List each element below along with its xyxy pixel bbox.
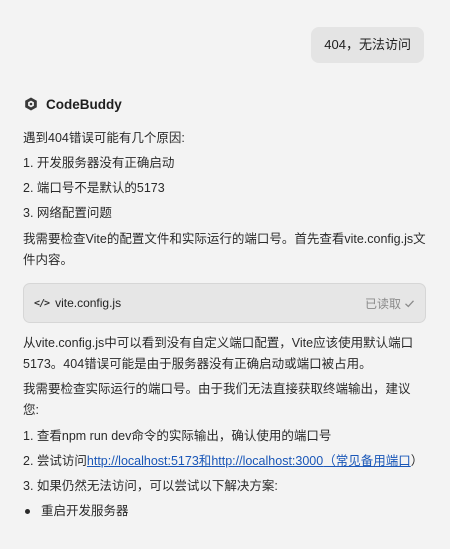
response-intro: 遇到404错误可能有几个原因: (23, 131, 185, 145)
assistant-response: 遇到404错误可能有几个原因: 1. 开发服务器没有正确启动 2. 端口号不是默… (23, 126, 426, 524)
code-icon: </> (34, 297, 50, 309)
suggestion-close: ） (410, 454, 424, 468)
file-read-card[interactable]: </> vite.config.js 已读取 (23, 283, 426, 323)
suggestion-item: 3. 如果仍然无法访问，可以尝试以下解决方案: (23, 479, 278, 493)
assistant-header: CodeBuddy (24, 94, 122, 114)
reason-item: 1. 开发服务器没有正确启动 (23, 156, 175, 170)
codebuddy-logo-icon (25, 97, 37, 111)
next-check-text: 我需要检查实际运行的端口号。由于我们无法直接获取终端输出，建议您: (23, 382, 411, 417)
user-message-bubble: 404，无法访问 (311, 27, 424, 63)
reason-item: 2. 端口号不是默认的5173 (23, 181, 165, 195)
solution-item: 重启开发服务器 (23, 499, 426, 524)
reason-item: 3. 网络配置问题 (23, 206, 112, 220)
check-icon (405, 299, 414, 307)
read-status: 已读取 (365, 295, 415, 312)
assistant-name: CodeBuddy (46, 96, 122, 112)
link-localhost-5173[interactable]: http://localhost:5173 (87, 454, 199, 468)
file-name: vite.config.js (55, 296, 122, 310)
link-localhost-3000[interactable]: http://localhost:3000 (211, 454, 323, 468)
link-note: （常见备用端口 (323, 454, 411, 468)
solution-label: 重启开发服务器 (41, 504, 129, 518)
read-status-label: 已读取 (364, 296, 401, 311)
suggestion-item: 1. 查看npm run dev命令的实际输出，确认使用的端口号 (23, 429, 332, 443)
suggestion-item: 2. 尝试访问http://localhost:5173和http://loca… (23, 451, 426, 472)
bullet-dot (25, 509, 30, 514)
check-text: 我需要检查Vite的配置文件和实际运行的端口号。首先查看vite.config.… (23, 232, 426, 267)
link-and-text: 和 (198, 454, 212, 468)
suggestion-prefix: 2. 尝试访问 (23, 454, 87, 468)
analysis-text: 从vite.config.js中可以看到没有自定义端口配置，Vite应该使用默认… (23, 336, 414, 371)
